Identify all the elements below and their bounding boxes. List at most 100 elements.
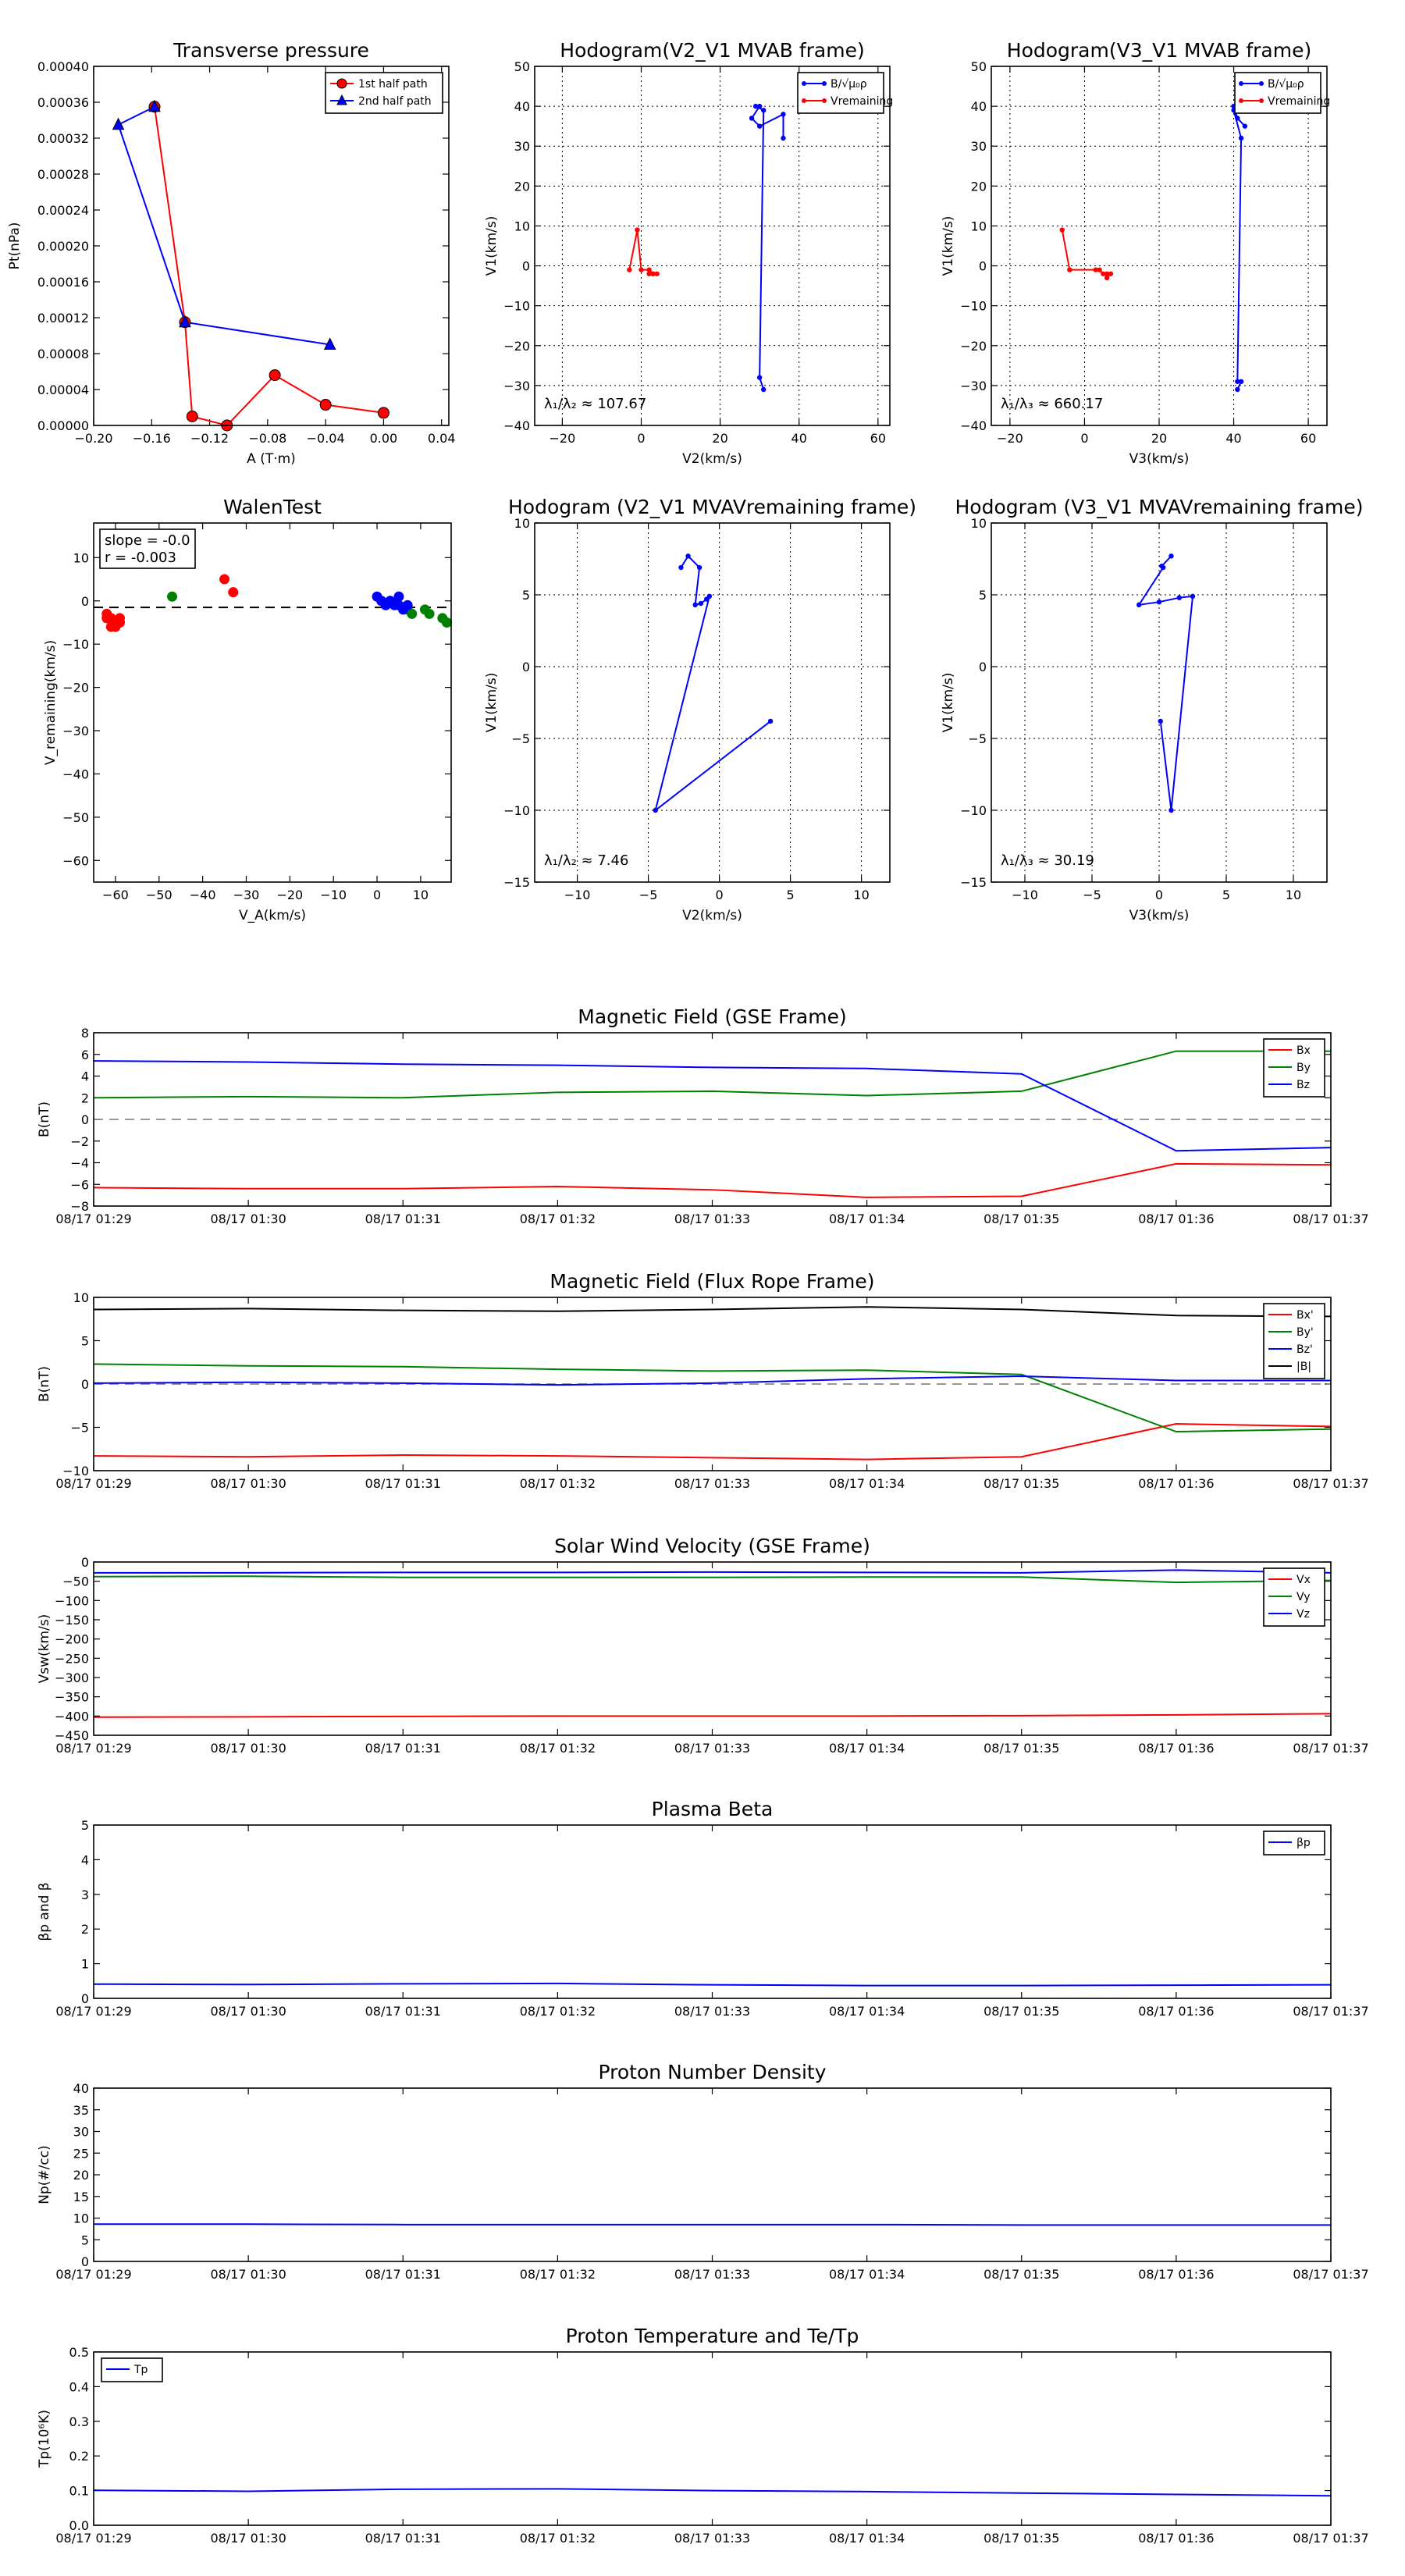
scatter-point bbox=[402, 600, 413, 610]
series-line-2nd-half-path bbox=[117, 105, 330, 346]
x-tick-label: 0 bbox=[373, 888, 381, 902]
chart-title: Plasma Beta bbox=[652, 1798, 774, 1820]
x-tick-label: 08/17 01:35 bbox=[984, 1476, 1059, 1491]
data-point bbox=[678, 564, 684, 571]
y-tick-label: −10 bbox=[62, 1464, 89, 1478]
series-line-bx- bbox=[94, 1423, 1331, 1461]
scatter-point bbox=[105, 621, 116, 632]
x-tick-label: 08/17 01:37 bbox=[1293, 2531, 1368, 2546]
y-tick-label: 0.00036 bbox=[37, 95, 89, 110]
y-axis-label: V1(km/s) bbox=[484, 216, 500, 276]
legend-marker bbox=[802, 81, 806, 86]
chart-hodogram-v3v1-mvav: Hodogram (V3_V1 MVAVremaining frame) −10 −… bbox=[941, 496, 1364, 923]
chart-title: Hodogram(V3_V1 MVAB frame) bbox=[1007, 39, 1311, 62]
y-tick-label: 10 bbox=[73, 2211, 89, 2226]
data-point bbox=[1097, 267, 1102, 272]
x-tick-label: 08/17 01:31 bbox=[365, 1741, 441, 1756]
x-tick-label: 08/17 01:33 bbox=[674, 1741, 750, 1756]
y-tick-label: 0.00020 bbox=[37, 239, 89, 254]
y-tick-label: 0.00012 bbox=[37, 311, 89, 326]
legend-label: Bz' bbox=[1297, 1343, 1313, 1356]
y-tick-label: 0.1 bbox=[69, 2484, 89, 2499]
x-tick-label: −5 bbox=[1083, 888, 1101, 902]
x-tick-label: 08/17 01:32 bbox=[520, 1212, 596, 1226]
data-point bbox=[696, 564, 702, 571]
legend-marker bbox=[822, 81, 827, 86]
plot-area bbox=[94, 1569, 1331, 1718]
y-tick-label: −20 bbox=[62, 681, 89, 696]
legend-label: B/√μ₀ρ bbox=[831, 78, 867, 91]
data-point bbox=[781, 135, 786, 141]
x-tick-label: 08/17 01:29 bbox=[55, 2004, 131, 2019]
data-point bbox=[685, 553, 691, 559]
y-axis-label: Pt(nPa) bbox=[7, 222, 23, 270]
x-tick-label: −0.16 bbox=[133, 431, 171, 446]
chart-title: Hodogram (V2_V1 MVAVremaining frame) bbox=[508, 496, 916, 518]
y-tick-label: −5 bbox=[968, 731, 987, 746]
y-tick-label: 0 bbox=[81, 594, 89, 609]
y-tick-label: −4 bbox=[70, 1156, 89, 1171]
legend-label: Vremaining bbox=[831, 95, 893, 108]
x-tick-label: −20 bbox=[276, 888, 303, 902]
y-axis-label: V1(km/s) bbox=[484, 673, 500, 733]
y-tick-label: 1 bbox=[81, 1957, 89, 1972]
x-tick-label: 08/17 01:29 bbox=[55, 2531, 131, 2546]
plot-area bbox=[654, 554, 771, 813]
y-tick-label: −10 bbox=[960, 299, 987, 314]
y-axis-label: Np(#/cc) bbox=[37, 2145, 52, 2204]
y-tick-label: −40 bbox=[62, 767, 89, 781]
x-tick-label: 08/17 01:32 bbox=[520, 2267, 596, 2282]
x-tick-label: −10 bbox=[1012, 888, 1038, 902]
data-point bbox=[1190, 593, 1196, 600]
series-line-series-0 bbox=[94, 2223, 1331, 2226]
x-tick-label: 08/17 01:30 bbox=[210, 2531, 286, 2546]
data-point bbox=[1108, 271, 1114, 276]
chart-proton-density: Proton Number Density 08/17 01:29 08/17 01… bbox=[37, 2061, 1369, 2282]
data-point bbox=[767, 718, 774, 724]
x-tick-label: 08/17 01:35 bbox=[984, 2267, 1059, 2282]
legend-label: βp bbox=[1297, 1837, 1311, 1849]
data-point bbox=[1158, 718, 1163, 724]
y-tick-label: 0 bbox=[81, 1112, 89, 1127]
y-tick-label: 30 bbox=[73, 2125, 89, 2140]
y-tick-label: −40 bbox=[503, 418, 530, 433]
y-tick-label: −400 bbox=[55, 1709, 89, 1724]
y-tick-label: 0.0 bbox=[69, 2518, 89, 2533]
y-tick-label: −20 bbox=[503, 339, 530, 354]
y-tick-label: −20 bbox=[960, 339, 987, 354]
x-tick-label: 08/17 01:35 bbox=[984, 1741, 1059, 1756]
x-tick-label: 08/17 01:31 bbox=[365, 2267, 441, 2282]
x-tick-label: 08/17 01:36 bbox=[1138, 1741, 1214, 1756]
x-tick-label: 5 bbox=[1222, 888, 1230, 902]
x-tick-label: 08/17 01:37 bbox=[1293, 2004, 1368, 2019]
y-tick-label: −50 bbox=[62, 1574, 89, 1589]
x-tick-label: 08/17 01:31 bbox=[365, 1476, 441, 1491]
y-tick-label: −40 bbox=[960, 418, 987, 433]
series-line-1st-half-path bbox=[154, 106, 384, 425]
x-axis-label: V_A(km/s) bbox=[239, 908, 306, 923]
y-tick-label: 0 bbox=[81, 2254, 89, 2269]
x-tick-label: −10 bbox=[564, 888, 591, 902]
x-tick-label: 08/17 01:35 bbox=[984, 2531, 1059, 2546]
legend-marker bbox=[1259, 81, 1264, 86]
scatter-point bbox=[219, 574, 230, 585]
data-point bbox=[781, 112, 786, 117]
x-tick-label: 08/17 01:31 bbox=[365, 2531, 441, 2546]
y-tick-label: 0 bbox=[522, 660, 530, 674]
x-tick-label: −0.04 bbox=[307, 431, 345, 446]
x-tick-label: 0 bbox=[716, 888, 724, 902]
y-tick-label: 0.5 bbox=[69, 2345, 89, 2360]
y-tick-label: 8 bbox=[81, 1026, 89, 1041]
y-tick-label: 4 bbox=[81, 1852, 89, 1867]
x-tick-label: 08/17 01:35 bbox=[984, 2004, 1059, 2019]
series-line-series-0 bbox=[1137, 555, 1194, 811]
y-tick-label: −5 bbox=[70, 1421, 89, 1436]
y-tick-label: −60 bbox=[62, 853, 89, 868]
legend-label: By bbox=[1297, 1062, 1311, 1074]
chart-title: WalenTest bbox=[223, 496, 322, 518]
x-tick-label: 08/17 01:36 bbox=[1138, 2267, 1214, 2282]
plot-area bbox=[94, 2223, 1331, 2226]
data-point bbox=[1235, 386, 1240, 393]
x-tick-label: 60 bbox=[870, 431, 886, 446]
y-tick-label: 0.00004 bbox=[37, 382, 89, 397]
